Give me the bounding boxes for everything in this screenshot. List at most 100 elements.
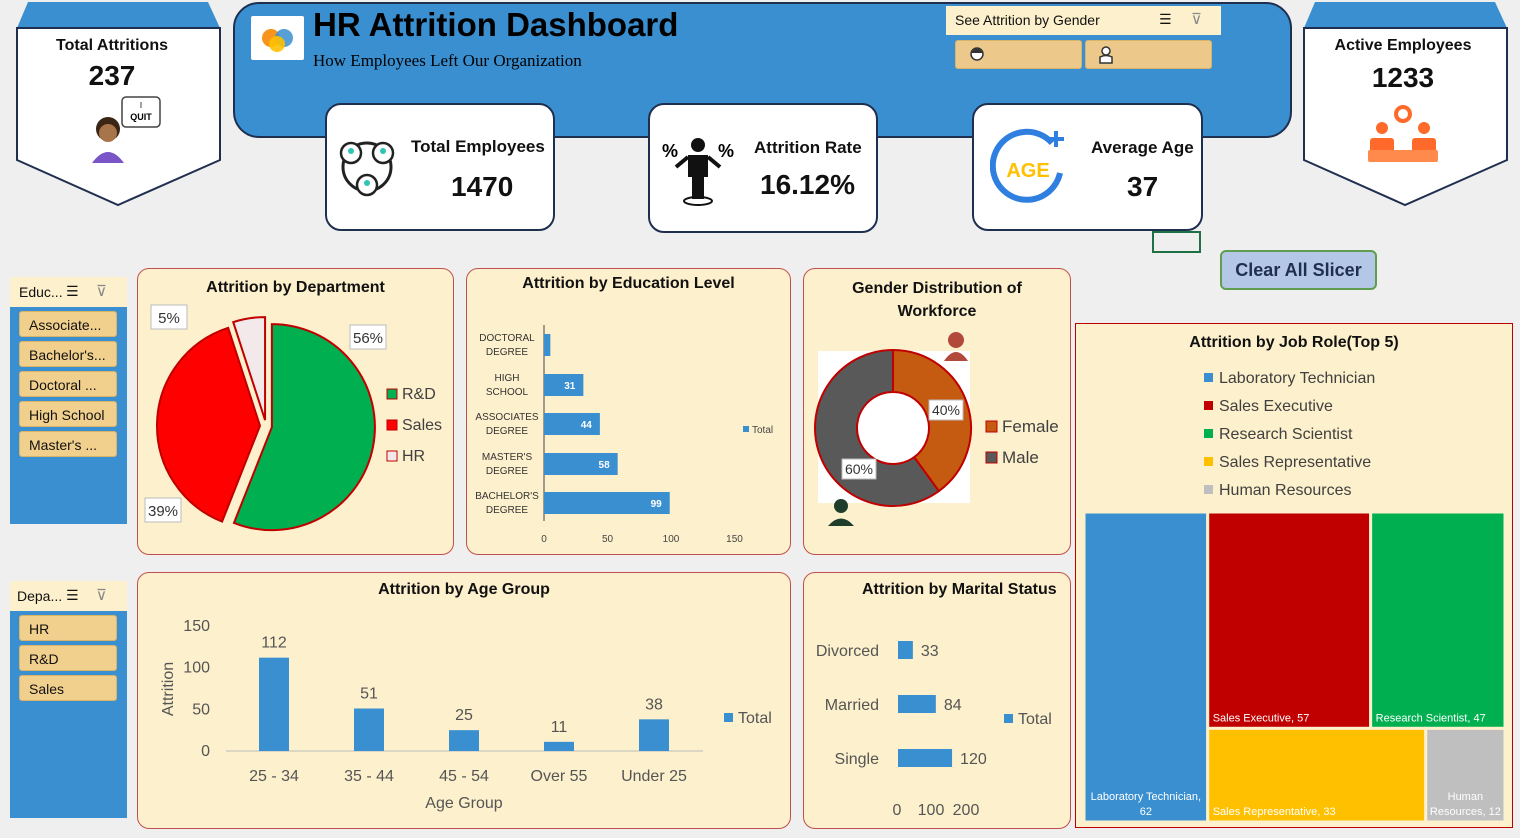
clear-filter-icon[interactable]: ⊽ [96,586,107,604]
legend-label: Sales Executive [1219,398,1333,415]
male-person-icon [834,499,848,513]
kpi-value: 1470 [451,171,514,202]
category-label: Married [825,697,879,714]
data-label: 84 [944,697,962,714]
bar [449,730,479,751]
bar [898,695,936,713]
legend-swatch [985,420,998,433]
category-label: MASTER'S [482,452,533,463]
legend-swatch [386,388,398,400]
legend-swatch [386,450,398,462]
bar [639,719,669,751]
category-label: DEGREE [486,426,529,437]
active-employees-value: 1233 [1371,62,1435,93]
legend-label: Research Scientist [1219,426,1353,443]
category-label: DEGREE [486,466,529,477]
category-label: SCHOOL [486,387,529,398]
jobrole-treemap: Laboratory Technician Sales Executive Rese… [1082,370,1507,824]
slicer-title: Educ... [19,284,63,300]
department-slicer: Depa... ☰ ⊽ HR R&D Sales [10,581,127,818]
x-tick-label: 25 - 34 [249,768,299,785]
x-tick-label: 200 [953,802,980,819]
person-percent-icon: %% [662,138,734,206]
clear-filter-icon[interactable]: ⊽ [1191,10,1202,28]
dashboard-subtitle: How Employees Left Our Organization [313,51,582,70]
bar [259,657,289,751]
kpi-attrition-rate: %% Attrition Rate 16.12% [648,103,878,233]
bar [544,334,551,356]
person-quit-icon: I QUIT [92,96,161,163]
clear-all-slicer-button[interactable]: Clear All Slicer [1220,250,1377,290]
total-attritions-label: Total Attritions [56,37,168,54]
slicer-item[interactable]: Sales [19,675,117,701]
category-label: DOCTORAL [479,333,535,344]
x-axis-label: Age Group [425,795,502,812]
legend-label: Laboratory Technician [1219,370,1375,387]
education-slicer: Educ... ☰ ⊽ Associate... Bachelor's... D… [10,277,127,524]
category-label: BACHELOR'S [475,491,539,502]
gender-item-female[interactable] [955,40,1082,69]
tile-label: 62 [1140,806,1152,818]
category-label: Single [835,751,880,768]
slicer-item[interactable]: Associate... [19,311,117,337]
legend-label: HR [402,448,425,465]
data-label: 39% [148,503,178,520]
data-label: 112 [261,635,287,652]
data-label: 60% [845,461,873,477]
y-tick-label: 100 [183,660,210,677]
bubble-line2: QUIT [130,112,152,122]
selected-cell[interactable] [1152,231,1201,253]
gender-slicer-title: See Attrition by Gender [955,12,1100,28]
multi-select-icon[interactable]: ☰ [66,283,79,300]
tile-label: Human [1448,791,1483,803]
team-meeting-icon [1368,105,1438,162]
female-icon [970,47,984,61]
x-tick-label: 35 - 44 [344,768,394,785]
x-tick-label: 100 [918,802,945,819]
slicer-header: Depa... ☰ ⊽ [10,581,127,611]
multi-select-icon[interactable]: ☰ [66,587,79,604]
kpi-total-employees: Total Employees 1470 [325,103,555,231]
x-tick-label: Under 25 [621,768,687,785]
data-label: 44 [581,420,593,431]
legend-label: Total [738,710,772,727]
slicer-item[interactable]: Master's ... [19,431,117,457]
tile-label: Laboratory Technician, [1091,791,1201,803]
slicer-item[interactable]: R&D [19,645,117,671]
department-chart-card: Attrition by Department 56% 39% 5% R&D Sales… [137,268,454,555]
slicer-item[interactable]: Bachelor's... [19,341,117,367]
legend-label: R&D [402,386,436,403]
slicer-item[interactable]: Doctoral ... [19,371,117,397]
x-tick-label: 45 - 54 [439,768,489,785]
male-person-icon [828,518,854,526]
category-label: Divorced [816,643,879,660]
gender-donut-chart: 40% 60% Female Male [814,332,1059,526]
multi-select-icon[interactable]: ☰ [1159,11,1172,28]
education-bar-chart: DOCTORAL DEGREE HIGH SCHOOL 31 ASSOCIATES DEGR… [475,325,773,545]
legend-label: Sales Representative [1219,454,1371,471]
legend-swatch [1204,373,1213,382]
gender-item-male[interactable] [1085,40,1212,69]
legend-swatch [1204,485,1213,494]
treemap-tile [1369,510,1507,730]
kpi-value: 16.12% [760,169,855,200]
legend-swatch [724,713,733,722]
gender-chart-card: Gender Distribution of Workforce 40% 60% F… [803,268,1071,555]
legend-label: Total [1018,711,1052,728]
team-logo-icon [262,29,293,52]
slicer-title: Depa... [17,588,63,604]
legend-swatch [1204,457,1213,466]
legend-swatch [985,451,998,464]
legend-swatch [1204,429,1213,438]
data-label: 51 [360,686,378,703]
category-label: ASSOCIATES [475,412,538,423]
bar [544,741,574,751]
slicer-item[interactable]: HR [19,615,117,641]
legend-label: Total [752,425,773,436]
treemap-tile [1082,510,1210,824]
legend-swatch [743,426,749,432]
legend-swatch [386,419,398,431]
clear-filter-icon[interactable]: ⊽ [96,282,107,300]
slicer-item[interactable]: High School [19,401,117,427]
data-label: 25 [455,707,473,724]
